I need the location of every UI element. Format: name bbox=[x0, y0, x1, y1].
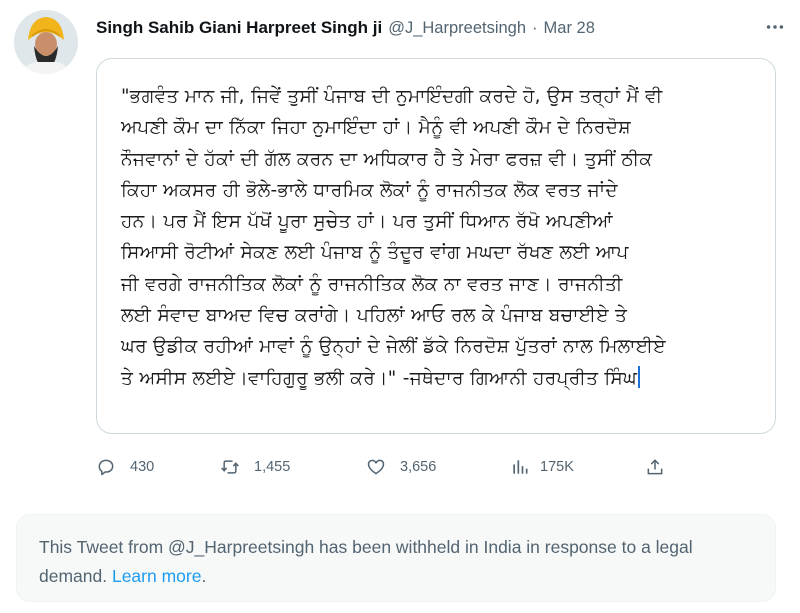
separator-dot: · bbox=[532, 18, 538, 37]
share-button[interactable] bbox=[645, 457, 665, 477]
like-icon bbox=[367, 459, 385, 475]
views-icon bbox=[513, 460, 528, 474]
reply-icon bbox=[98, 459, 114, 476]
retweet-button[interactable]: 1,455 bbox=[220, 457, 290, 477]
author-name[interactable]: Singh Sahib Giani Harpreet Singh ji bbox=[96, 18, 382, 38]
withheld-notice: This Tweet from @J_Harpreetsingh has bee… bbox=[16, 514, 776, 602]
text-caret bbox=[638, 365, 641, 388]
media-text-content: "ਭਗਵੰਤ ਮਾਨ ਜੀ, ਜਿਵੇਂ ਤੁਸੀਂ ਪੰਜਾਬ ਦੀ ਨੁਮਾ… bbox=[121, 86, 666, 389]
learn-more-link[interactable]: Learn more bbox=[112, 566, 202, 586]
reply-button[interactable]: 430 bbox=[96, 457, 154, 477]
retweet-count: 1,455 bbox=[254, 459, 291, 475]
views-button[interactable]: 175K bbox=[510, 457, 574, 477]
author-handle[interactable]: @J_Harpreetsingh bbox=[388, 19, 526, 38]
share-icon bbox=[647, 459, 663, 475]
reply-count: 430 bbox=[130, 459, 155, 475]
tweet-date[interactable]: Mar 28 bbox=[544, 19, 595, 38]
like-button[interactable]: 3,656 bbox=[366, 457, 436, 477]
views-count: 175K bbox=[540, 459, 574, 475]
tweet-media-card[interactable]: "ਭਗਵੰਤ ਮਾਨ ਜੀ, ਜਿਵੇਂ ਤੁਸੀਂ ਪੰਜਾਬ ਦੀ ਨੁਮਾ… bbox=[96, 58, 776, 434]
notice-end: . bbox=[201, 566, 207, 586]
tweet-actions: 430 1,455 3,656 175K bbox=[96, 452, 696, 482]
avatar[interactable] bbox=[14, 10, 78, 74]
avatar-image bbox=[14, 10, 78, 74]
tweet-header: Singh Sahib Giani Harpreet Singh ji @J_H… bbox=[96, 16, 760, 40]
like-count: 3,656 bbox=[400, 459, 437, 475]
retweet-icon bbox=[221, 460, 239, 474]
more-icon[interactable] bbox=[762, 14, 788, 40]
media-image-text: "ਭਗਵੰਤ ਮਾਨ ਜੀ, ਜਿਵੇਂ ਤੁਸੀਂ ਪੰਜਾਬ ਦੀ ਨੁਮਾ… bbox=[121, 81, 761, 394]
